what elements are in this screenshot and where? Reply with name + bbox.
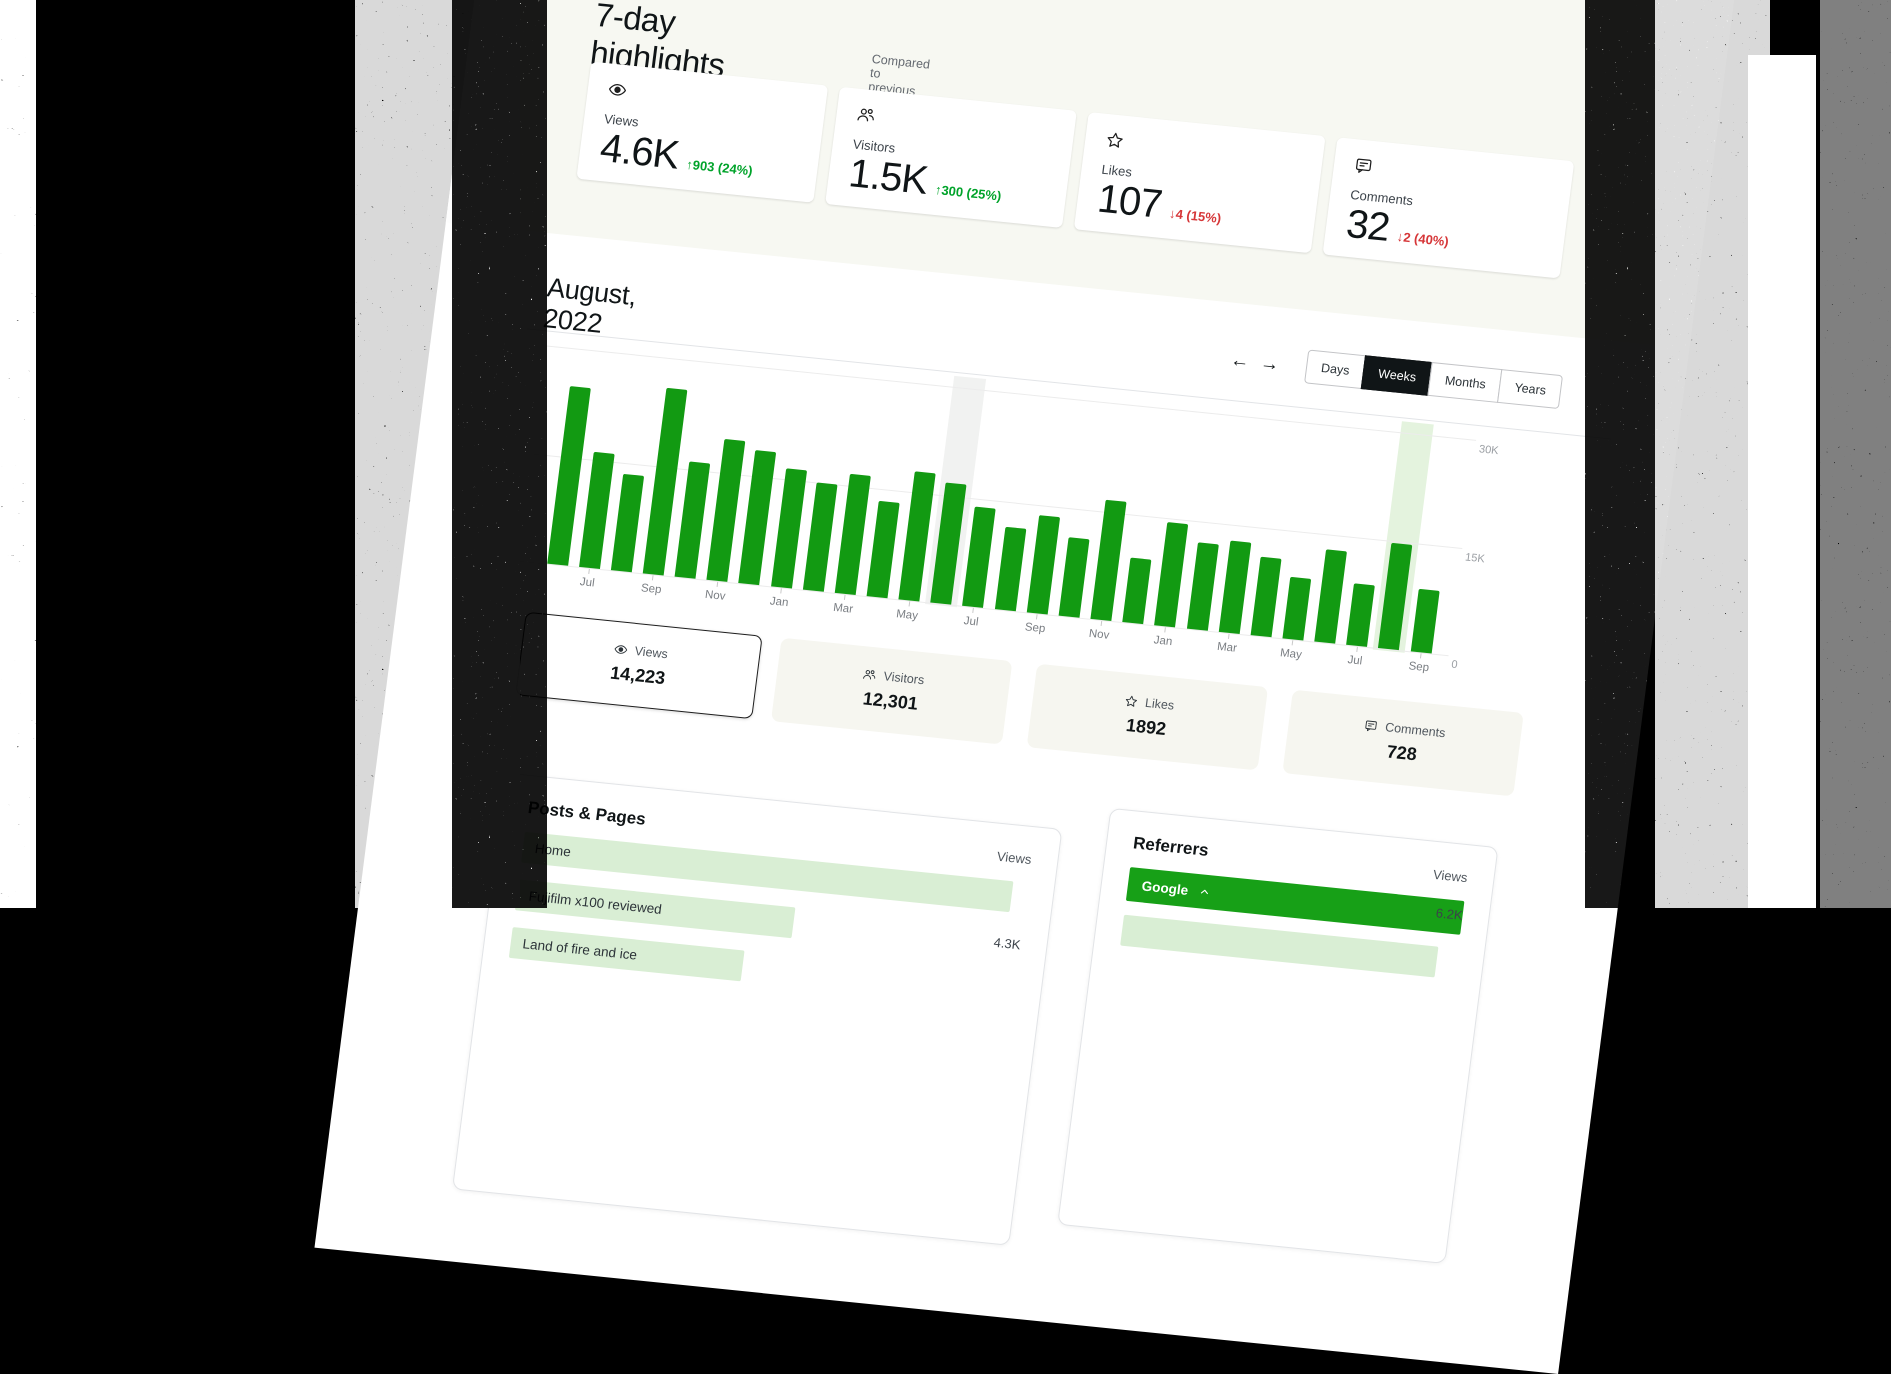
tab-months[interactable]: Months [1428,362,1503,403]
posts-views-header: Views [996,849,1032,867]
referrers-views-header: Views [1432,867,1468,885]
comment-icon [1363,718,1379,733]
highlight-card-views: Views4.6K↑903 (24%) [576,62,828,203]
summary-label: Visitors [883,669,925,687]
highlight-card-comments: Comments32↓2 (40%) [1323,137,1575,278]
eye-icon [613,642,629,657]
summary-label: Comments [1384,720,1446,740]
post-row-views: 4.3K [993,935,1022,953]
referrer-row-label [1122,930,1134,931]
post-row-label: Land of fire and ice [510,935,638,963]
summary-label: Likes [1144,696,1175,713]
highlight-delta: ↑903 (24%) [685,157,754,186]
posts-pages-card: Posts & Pages Views Home Fujifilm x100 re… [452,772,1063,1245]
comment-icon [1353,155,1374,176]
summary-value: 14,223 [609,663,666,689]
referrers-card: Referrers Views Google6.2K [1057,808,1498,1264]
people-icon [856,105,877,126]
highlight-card-likes: Likes107↓4 (15%) [1074,112,1326,253]
summary-label: Views [634,644,669,661]
tab-years[interactable]: Years [1498,369,1564,409]
highlight-delta: ↓2 (40%) [1395,229,1450,256]
y-axis-label: 15K [1464,551,1485,565]
highlight-delta: ↓4 (15%) [1168,206,1223,233]
highlight-card-visitors: Visitors1.5K↑300 (25%) [825,87,1077,228]
posts-pages-title: Posts & Pages [527,798,647,830]
post-row-label: Home [522,840,572,860]
star-icon [1123,694,1139,709]
tab-days[interactable]: Days [1304,349,1367,389]
post-row-label: Fujifilm x100 reviewed [516,887,663,917]
people-icon [862,667,878,682]
chevron-up-icon [1197,885,1210,898]
highlight-value: 1.5K [846,151,929,203]
highlight-value: 4.6K [598,126,681,178]
highlight-value: 32 [1344,202,1392,250]
highlight-delta: ↑300 (25%) [933,182,1002,211]
summary-value: 728 [1385,742,1418,766]
next-period-arrow[interactable]: → [1259,353,1281,377]
star-icon [1104,130,1125,151]
summary-value: 12,301 [862,688,919,714]
highlight-value: 107 [1095,177,1164,227]
referrer-row-label: Google [1127,877,1189,898]
y-axis-label: 30K [1478,443,1499,457]
eye-icon [607,79,628,100]
summary-value: 1892 [1125,715,1168,740]
prev-period-arrow[interactable]: ← [1229,350,1251,374]
referrers-title: Referrers [1132,833,1210,860]
tab-weeks[interactable]: Weeks [1361,355,1433,396]
